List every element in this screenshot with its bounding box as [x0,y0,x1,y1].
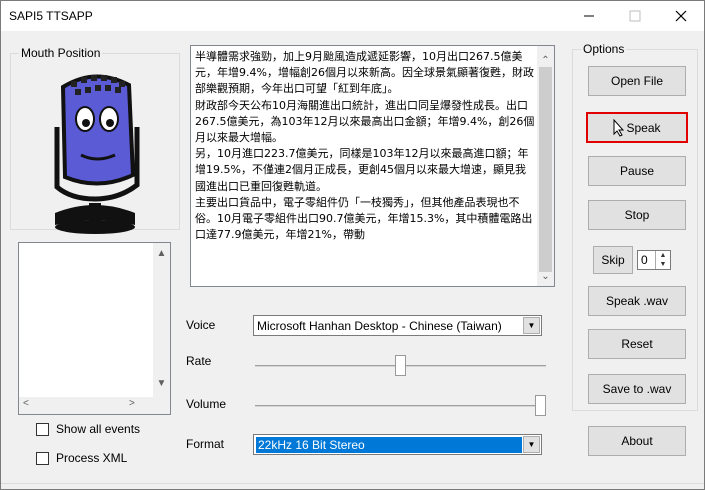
title-bar: SAPI5 TTSAPP [1,1,704,31]
open-file-button[interactable]: Open File [588,66,686,96]
app-window: SAPI5 TTSAPP Mouth Position ▲ ▼ < > Show… [0,0,705,490]
save-wav-button[interactable]: Save to .wav [588,374,686,404]
text-input-area[interactable]: 半導體需求強勁，加上9月颱風造成遞延影響，10月出口267.5億美元，年增9.4… [190,45,555,287]
stop-button[interactable]: Stop [588,200,686,230]
process-xml-label: Process XML [56,451,128,465]
text-vertical-scrollbar[interactable]: ⌃ ⌄ [537,46,554,286]
voice-select[interactable]: Microsoft Hanhan Desktop - Chinese (Taiw… [253,315,542,336]
events-vertical-scrollbar[interactable]: ▲ ▼ [153,243,170,398]
text-content: 半導體需求強勁，加上9月颱風造成遞延影響，10月出口267.5億美元，年增9.4… [195,50,535,242]
maximize-icon [629,10,641,22]
window-title: SAPI5 TTSAPP [9,9,93,23]
scroll-up-icon[interactable]: ▲ [153,245,170,262]
about-button[interactable]: About [588,426,686,456]
minimize-button[interactable] [566,1,612,31]
pause-button[interactable]: Pause [588,156,686,186]
maximize-button[interactable] [612,1,658,31]
scroll-down-icon[interactable]: ⌄ [537,268,554,285]
skip-button[interactable]: Skip [593,246,633,274]
bottom-divider [1,483,704,484]
skip-spinner[interactable]: ▲ ▼ [655,251,670,269]
scroll-down-icon[interactable]: ▼ [153,375,170,392]
speak-wav-button[interactable]: Speak .wav [588,286,686,316]
voice-value: Microsoft Hanhan Desktop - Chinese (Taiw… [257,319,502,333]
scroll-thumb[interactable] [539,67,552,272]
format-value: 22kHz 16 Bit Stereo [256,437,522,453]
events-list[interactable]: ▲ ▼ < > [18,242,171,415]
rate-slider-thumb[interactable] [395,355,406,376]
close-icon [675,10,687,22]
format-label: Format [186,437,225,451]
spin-up-icon[interactable]: ▲ [656,251,670,260]
volume-label: Volume [186,397,227,411]
show-all-events-label: Show all events [56,422,141,436]
format-select[interactable]: 22kHz 16 Bit Stereo ▼ [253,434,542,455]
options-label: Options [581,42,627,56]
reset-button[interactable]: Reset [588,329,686,359]
spin-down-icon[interactable]: ▼ [656,260,670,269]
mouth-character-icon [54,74,140,234]
voice-label: Voice [186,318,216,332]
speak-label: Speak [626,120,661,135]
events-horizontal-scrollbar[interactable]: < > [19,397,170,414]
minimize-icon [584,15,594,17]
cursor-icon [613,118,625,137]
scroll-left-icon[interactable]: < [23,398,29,409]
close-button[interactable] [658,1,704,31]
speak-button[interactable]: Speak [586,112,688,143]
show-all-events-checkbox[interactable] [36,423,49,436]
volume-slider-thumb[interactable] [535,395,546,416]
rate-label: Rate [186,354,212,368]
skip-count-value: 0 [641,253,648,267]
scroll-right-icon[interactable]: > [129,398,135,409]
chevron-down-icon[interactable]: ▼ [523,436,540,453]
volume-slider-track[interactable] [255,405,546,407]
chevron-down-icon[interactable]: ▼ [523,317,540,334]
process-xml-checkbox[interactable] [36,452,49,465]
mouth-position-label: Mouth Position [19,46,103,60]
